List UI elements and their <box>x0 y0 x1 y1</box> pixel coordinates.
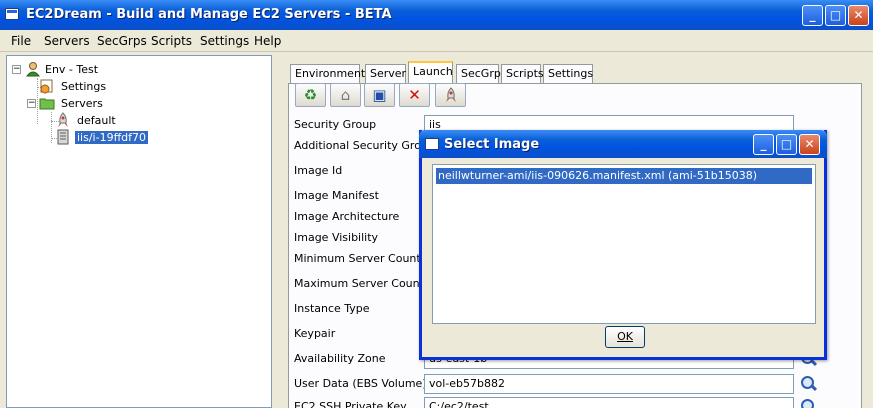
folder-icon <box>39 98 55 110</box>
app-window-icon <box>5 8 19 20</box>
tree-server-default[interactable]: default <box>75 114 118 127</box>
rocket-icon <box>58 112 68 127</box>
dialog-window-icon <box>425 138 439 150</box>
label-image-id: Image Id <box>294 164 343 177</box>
delete-x-icon: ✕ <box>408 86 421 104</box>
menubar: File Servers SecGrps Scripts Settings He… <box>0 30 873 52</box>
dialog-maximize-button[interactable]: □ <box>776 134 797 155</box>
tab-server[interactable]: Server <box>365 64 406 83</box>
rocket-launch-icon <box>446 87 456 102</box>
settings-file-icon <box>40 79 53 94</box>
delete-button[interactable]: ✕ <box>399 83 430 107</box>
tab-scripts[interactable]: Scripts <box>501 64 544 83</box>
tree-servers[interactable]: Servers <box>59 97 105 110</box>
menu-help[interactable]: Help <box>254 34 281 48</box>
ok-button[interactable]: OK <box>605 326 645 348</box>
environment-tree: − Env - Test Settings − Servers default … <box>6 55 272 408</box>
main-titlebar: EC2Dream - Build and Manage EC2 Servers … <box>0 0 873 30</box>
tree-env-test[interactable]: Env - Test <box>43 63 100 76</box>
clear-button[interactable]: ⌂ <box>330 83 361 107</box>
label-image-visibility: Image Visibility <box>294 231 379 244</box>
window-title: EC2Dream - Build and Manage EC2 Servers … <box>26 7 392 22</box>
label-user-data: User Data (EBS Volume) <box>294 377 427 390</box>
tab-settings[interactable]: Settings <box>543 64 593 83</box>
tab-secgrp[interactable]: SecGrp <box>456 64 501 83</box>
dialog-close-button[interactable]: ✕ <box>799 134 820 155</box>
image-list-item[interactable]: neillwturner-ami/iis-090626.manifest.xml… <box>436 168 812 184</box>
label-min-server-count: Minimum Server Count <box>294 252 421 265</box>
user-data-lookup-icon[interactable] <box>798 374 818 394</box>
tab-launch[interactable]: Launch <box>408 61 453 83</box>
launch-button[interactable] <box>435 83 466 107</box>
tab-environment[interactable]: Environment <box>290 64 365 83</box>
maximize-button[interactable]: □ <box>825 5 846 26</box>
server-icon <box>57 129 69 145</box>
minimize-button[interactable]: _ <box>802 5 823 26</box>
eraser-icon: ⌂ <box>340 86 351 104</box>
label-ec2-ssh-private-key: EC2 SSH Private Key <box>294 400 407 408</box>
refresh-button[interactable]: ♻ <box>295 83 326 107</box>
refresh-icon: ♻ <box>303 86 318 104</box>
tab-strip: Environment Server Launch SecGrp Scripts… <box>290 61 862 84</box>
label-keypair: Keypair <box>294 327 336 340</box>
expand-servers-toggle[interactable]: − <box>27 99 36 108</box>
ssh-key-lookup-icon[interactable] <box>798 397 818 408</box>
user-data-input[interactable]: vol-eb57b882 <box>424 374 794 394</box>
label-availability-zone: Availability Zone <box>294 352 386 365</box>
menu-secgrps[interactable]: SecGrps <box>97 34 147 48</box>
select-image-dialog: Select Image _ □ ✕ neillwturner-ami/iis-… <box>419 130 827 360</box>
close-button[interactable]: ✕ <box>848 5 869 26</box>
dialog-titlebar: Select Image _ □ ✕ <box>419 130 827 158</box>
dialog-title: Select Image <box>444 137 540 152</box>
menu-settings[interactable]: Settings <box>200 34 249 48</box>
image-list[interactable]: neillwturner-ami/iis-090626.manifest.xml… <box>432 164 816 324</box>
menu-servers[interactable]: Servers <box>44 34 90 48</box>
tree-settings[interactable]: Settings <box>59 80 108 93</box>
label-security-group: Security Group <box>294 118 377 131</box>
label-image-architecture: Image Architecture <box>294 210 400 223</box>
label-instance-type: Instance Type <box>294 302 370 315</box>
save-button[interactable]: ▣ <box>364 83 395 107</box>
menu-file[interactable]: File <box>11 34 31 48</box>
floppy-disk-icon: ▣ <box>372 86 387 104</box>
user-env-icon <box>25 62 41 77</box>
expand-root-toggle[interactable]: − <box>12 65 21 74</box>
menu-scripts[interactable]: Scripts <box>151 34 192 48</box>
tree-server-iis[interactable]: iis/i-19ffdf70 <box>75 131 149 144</box>
label-max-server-count: Maximum Server Count <box>294 277 424 290</box>
label-image-manifest: Image Manifest <box>294 189 379 202</box>
ec2-ssh-private-key-input[interactable]: C:/ec2/test <box>424 397 794 408</box>
dialog-minimize-button[interactable]: _ <box>753 134 774 155</box>
